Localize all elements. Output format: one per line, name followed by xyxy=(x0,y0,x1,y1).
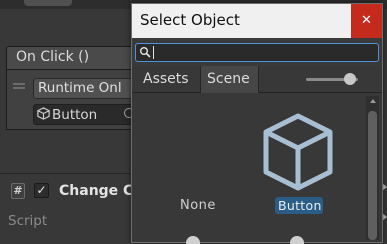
tab-scene[interactable]: Scene xyxy=(200,66,259,93)
tab-scene-label: Scene xyxy=(207,71,250,87)
component-enabled-checkbox[interactable]: ✓ xyxy=(34,183,49,198)
zoom-slider-thumb[interactable] xyxy=(344,73,356,85)
scroll-up-arrow-icon[interactable] xyxy=(370,99,376,103)
component-separator xyxy=(0,173,130,174)
csharp-script-icon: # xyxy=(11,183,25,199)
scrollbar-thumb[interactable] xyxy=(368,111,377,240)
on-click-event-title: On Click () xyxy=(16,49,90,65)
item-button-label[interactable]: Button xyxy=(278,198,322,213)
toolbar-handle xyxy=(24,0,72,6)
tab-assets-label: Assets xyxy=(143,71,189,87)
search-input[interactable] xyxy=(135,43,379,62)
window-title: Select Object xyxy=(140,11,240,29)
next-row-item-icon[interactable] xyxy=(290,236,304,244)
text-caret xyxy=(153,46,154,59)
runtime-mode-label: Runtime Onl xyxy=(38,80,122,96)
target-object-name: Button xyxy=(52,107,98,123)
item-none-label[interactable]: None xyxy=(180,198,216,213)
search-icon xyxy=(140,47,151,58)
gameobject-cube-icon xyxy=(37,107,50,120)
tab-assets[interactable]: Assets xyxy=(138,66,199,93)
close-button[interactable]: ✕ xyxy=(351,4,382,38)
reorder-handle-icon[interactable] xyxy=(13,83,25,91)
script-field-label: Script xyxy=(8,213,48,229)
next-row-item-icon[interactable] xyxy=(186,236,200,244)
object-grid xyxy=(132,94,382,240)
component-title: Change C xyxy=(59,183,134,199)
cube-icon[interactable] xyxy=(258,110,338,196)
